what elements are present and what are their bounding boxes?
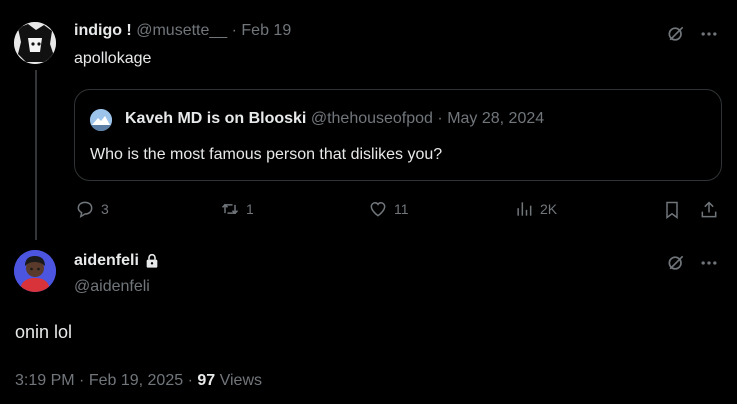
reply-button[interactable]: 3: [75, 199, 109, 219]
display-name[interactable]: aidenfeli: [74, 252, 139, 270]
quote-handle: @thehouseofpod: [310, 110, 433, 127]
views-icon: [517, 202, 532, 216]
handle[interactable]: @musette__: [136, 22, 227, 39]
quoted-tweet[interactable]: Kaveh MD is on Blooski @thehouseofpod · …: [74, 89, 722, 181]
tweet-text: apollokage: [74, 50, 152, 67]
quote-avatar: [90, 109, 112, 131]
tweet-date[interactable]: Feb 19, 2025: [89, 372, 183, 389]
separator: ·: [231, 22, 237, 39]
separator: ·: [79, 372, 85, 389]
repost-button[interactable]: 1: [220, 199, 254, 219]
tweet-meta: 3:19 PM · Feb 19, 2025 · 97 Views: [15, 372, 262, 390]
repost-count: 1: [246, 201, 254, 217]
more-icon[interactable]: [697, 251, 721, 275]
quote-text: Who is the most famous person that disli…: [90, 146, 443, 163]
timestamp[interactable]: Feb 19: [241, 22, 291, 39]
more-icon[interactable]: [697, 22, 721, 46]
views-count: 97: [197, 372, 216, 389]
display-name-row: aidenfeli: [74, 252, 160, 270]
lock-icon: [146, 253, 158, 268]
grok-icon[interactable]: [664, 251, 688, 275]
like-button[interactable]: 11: [368, 199, 409, 219]
thread-line: [35, 70, 37, 240]
views-button[interactable]: 2K: [514, 199, 557, 219]
tweet-header: indigo ! @musette__ · Feb 19: [74, 22, 291, 40]
views-label: Views: [219, 372, 262, 389]
views-count: 2K: [540, 201, 558, 217]
reply-count: 3: [101, 201, 109, 217]
avatar[interactable]: [14, 250, 56, 292]
handle[interactable]: @aidenfeli: [74, 278, 150, 296]
tweet-text: onin lol: [15, 322, 73, 342]
quote-header: Kaveh MD is on Blooski @thehouseofpod · …: [125, 110, 544, 128]
grok-icon[interactable]: [664, 22, 688, 46]
separator: ·: [187, 372, 193, 389]
separator: ·: [437, 110, 443, 127]
tweet-time[interactable]: 3:19 PM: [15, 372, 75, 389]
share-icon[interactable]: [697, 198, 721, 222]
like-icon: [370, 201, 386, 217]
bookmark-icon[interactable]: [660, 198, 684, 222]
repost-icon: [221, 203, 239, 215]
quote-display-name: Kaveh MD is on Blooski: [125, 110, 307, 127]
display-name[interactable]: indigo !: [74, 22, 132, 39]
like-count: 11: [394, 201, 409, 217]
reply-icon: [77, 201, 93, 219]
quote-date: May 28, 2024: [447, 110, 545, 127]
avatar[interactable]: [14, 22, 56, 64]
